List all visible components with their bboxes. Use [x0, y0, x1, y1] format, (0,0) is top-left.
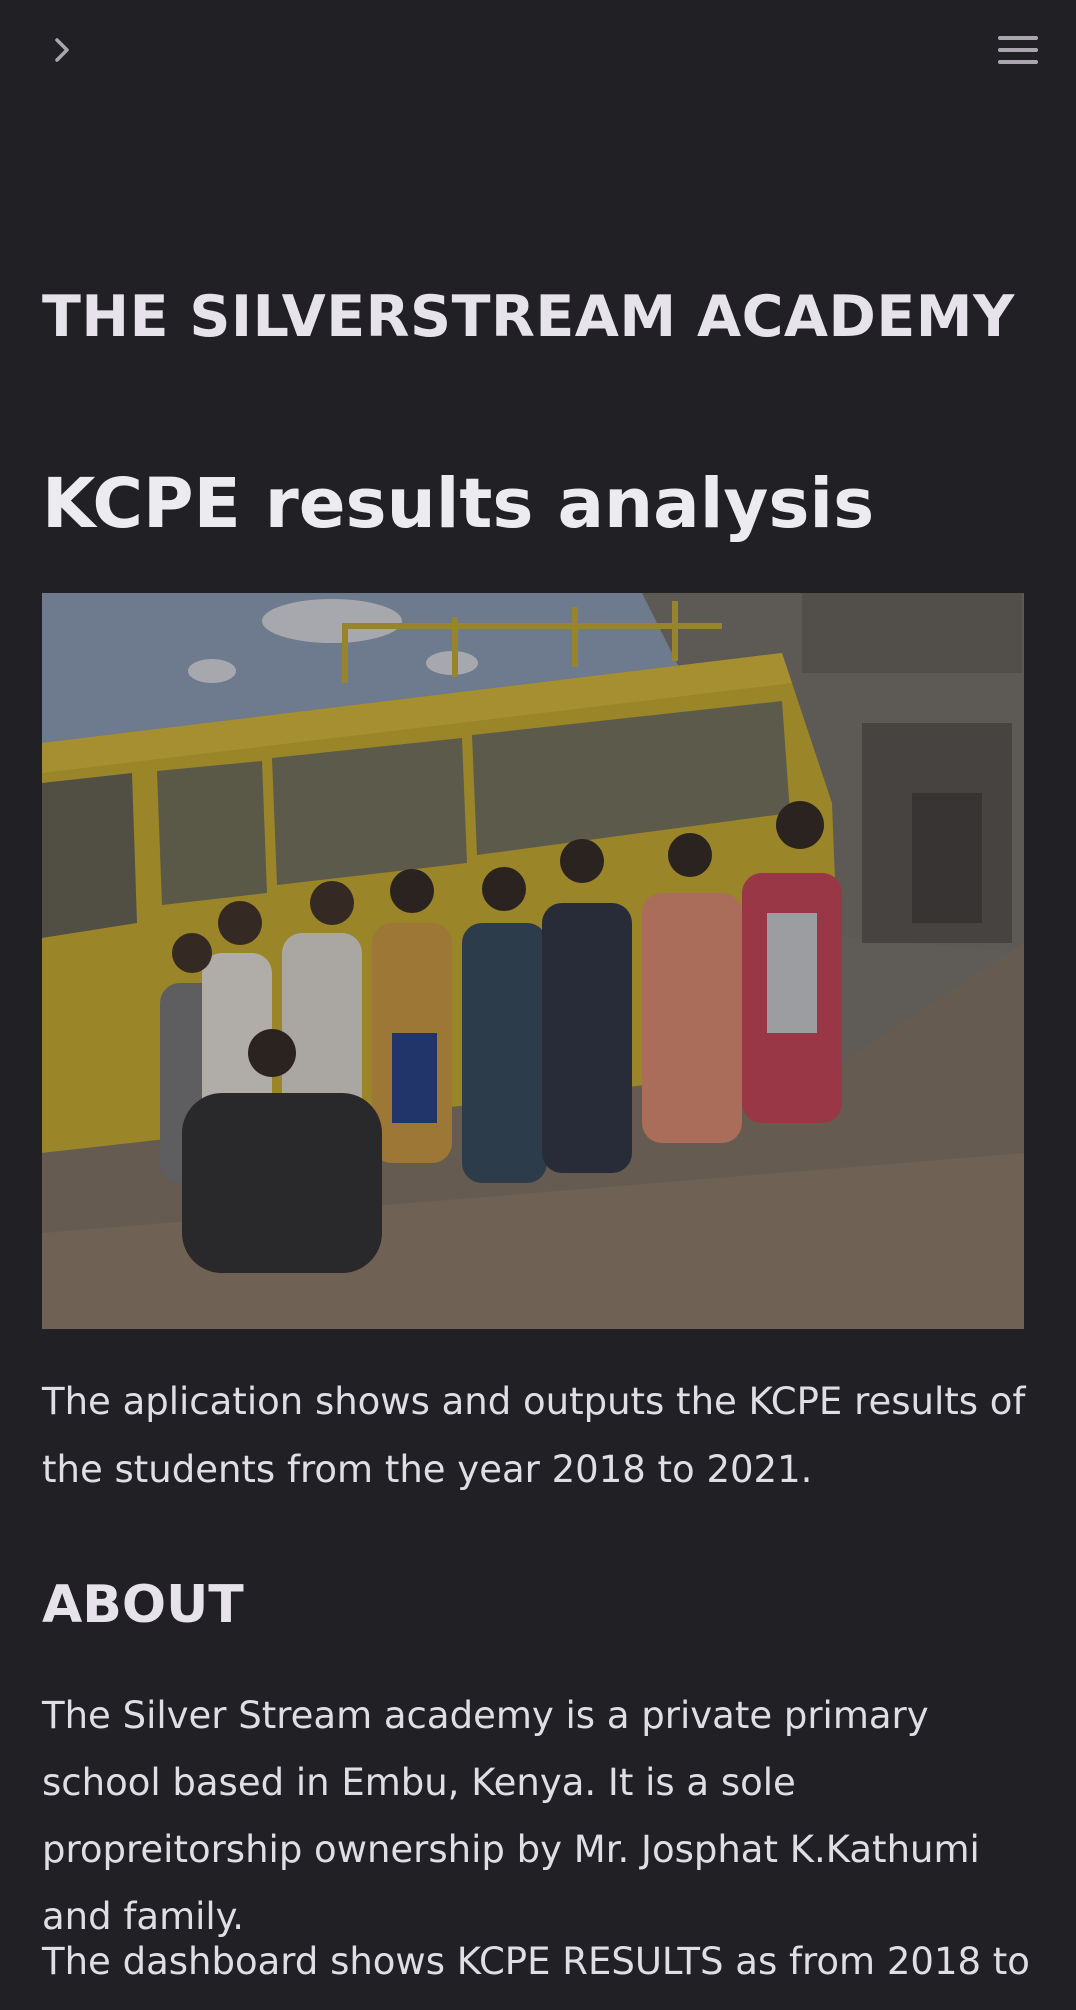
dashboard-description: The dashboard shows KCPE RESULTS as from…: [42, 1940, 1030, 1983]
top-bar: [0, 0, 1076, 104]
intro-paragraph: The aplication shows and outputs the KCP…: [42, 1380, 1026, 1491]
about-paragraph: The Silver Stream academy is a private p…: [42, 1694, 980, 1938]
page-title: KCPE results analysis: [42, 464, 875, 544]
about-heading: ABOUT: [42, 1575, 244, 1635]
site-title: THE SILVERSTREAM ACADEMY: [42, 284, 1015, 350]
hero-photo: [42, 593, 1024, 1329]
group-photo-image: [42, 593, 1024, 1329]
hamburger-menu-icon[interactable]: [996, 30, 1040, 70]
chevron-right-icon[interactable]: [44, 32, 80, 68]
